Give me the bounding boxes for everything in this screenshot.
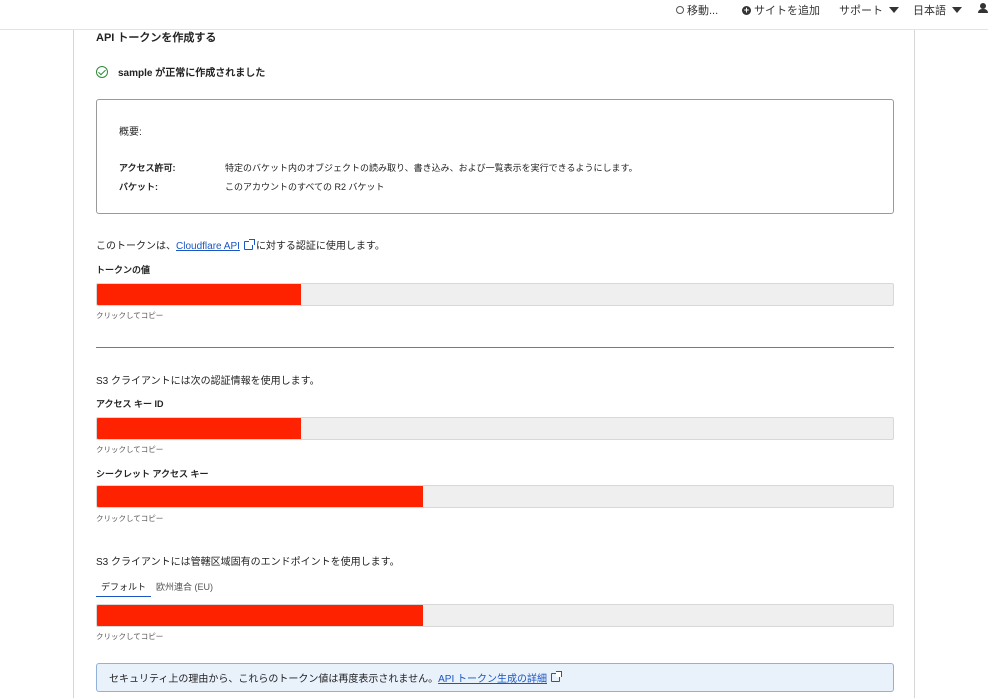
summary-permission-value: 特定のバケット内のオブジェクトの読み取り、書き込み、および一覧表示を実行できるよ… [225, 163, 638, 173]
success-text: sample が正常に作成されました [118, 68, 266, 79]
add-site-button[interactable]: + サイトを追加 [742, 2, 820, 18]
search-label: 移動... [687, 5, 719, 17]
external-link-icon [243, 239, 255, 250]
endpoint-description: S3 クライアントには管轄区域固有のエンドポイントを使用します。 [96, 557, 400, 568]
plus-icon: + [742, 4, 751, 15]
security-notice-text: セキュリティ上の理由から、これらのトークン値は再度表示されません。 [109, 674, 439, 685]
token-value-field[interactable] [96, 283, 894, 306]
chevron-down-icon [952, 7, 962, 13]
redacted-access-key [97, 418, 301, 439]
access-key-copy-hint: クリックしてコピー [96, 445, 164, 454]
redacted-token-value [97, 284, 301, 305]
access-key-field[interactable] [96, 417, 894, 440]
secret-key-label: シークレット アクセス キー [96, 469, 209, 479]
endpoint-copy-hint: クリックしてコピー [96, 632, 164, 641]
access-key-label: アクセス キー ID [96, 399, 164, 409]
token-copy-hint: クリックしてコピー [96, 311, 164, 320]
security-notice: セキュリティ上の理由から、これらのトークン値は再度表示されません。 API トー… [96, 663, 894, 692]
page-title: API トークンを作成する [96, 32, 217, 44]
redacted-secret-key [97, 486, 423, 507]
chevron-down-icon [889, 7, 899, 13]
section-divider [96, 347, 894, 348]
language-label: 日本語 [913, 5, 946, 17]
token-details-link[interactable]: API トークン生成の詳細 [438, 670, 547, 685]
token-desc-suffix: に対する認証に使用します。 [255, 241, 385, 252]
search-button[interactable]: 移動... [676, 2, 718, 18]
language-menu[interactable]: 日本語 [913, 2, 962, 18]
top-navigation-bar: 移動... + サイトを追加 サポート 日本語 [0, 0, 988, 30]
redacted-endpoint [97, 605, 423, 626]
tab-eu[interactable]: 欧州連合 (EU) [151, 578, 218, 597]
summary-heading: 概要: [119, 127, 142, 138]
success-message: sample が正常に作成されました [96, 64, 265, 79]
search-icon [676, 6, 684, 14]
external-link-icon [551, 671, 563, 682]
endpoint-tabs: デフォルト 欧州連合 (EU) [96, 578, 218, 597]
s3-credentials-description: S3 クライアントには次の認証情報を使用します。 [96, 376, 320, 387]
secret-key-copy-hint: クリックしてコピー [96, 514, 164, 523]
user-icon [978, 3, 988, 13]
secret-key-field[interactable] [96, 485, 894, 508]
cloudflare-api-link[interactable]: Cloudflare API [176, 241, 240, 252]
token-desc-prefix: このトークンは、 [96, 241, 176, 252]
user-menu[interactable] [978, 3, 988, 13]
summary-permission-label: アクセス許可: [119, 163, 176, 173]
token-value-label: トークンの値 [96, 265, 151, 275]
add-site-label: サイトを追加 [754, 5, 820, 17]
token-created-panel: API トークンを作成する sample が正常に作成されました 概要: アクセ… [73, 30, 915, 698]
check-circle-icon [96, 65, 108, 78]
endpoint-field[interactable] [96, 604, 894, 627]
summary-bucket-value: このアカウントのすべての R2 バケット [225, 182, 385, 192]
tab-default[interactable]: デフォルト [96, 578, 152, 597]
token-description: このトークンは、Cloudflare API に対する認証に使用します。 [96, 237, 385, 252]
summary-box: 概要: アクセス許可: 特定のバケット内のオブジェクトの読み取り、書き込み、およ… [96, 99, 894, 214]
support-label: サポート [839, 5, 883, 17]
summary-bucket-label: バケット: [119, 182, 158, 192]
support-menu[interactable]: サポート [839, 2, 899, 18]
